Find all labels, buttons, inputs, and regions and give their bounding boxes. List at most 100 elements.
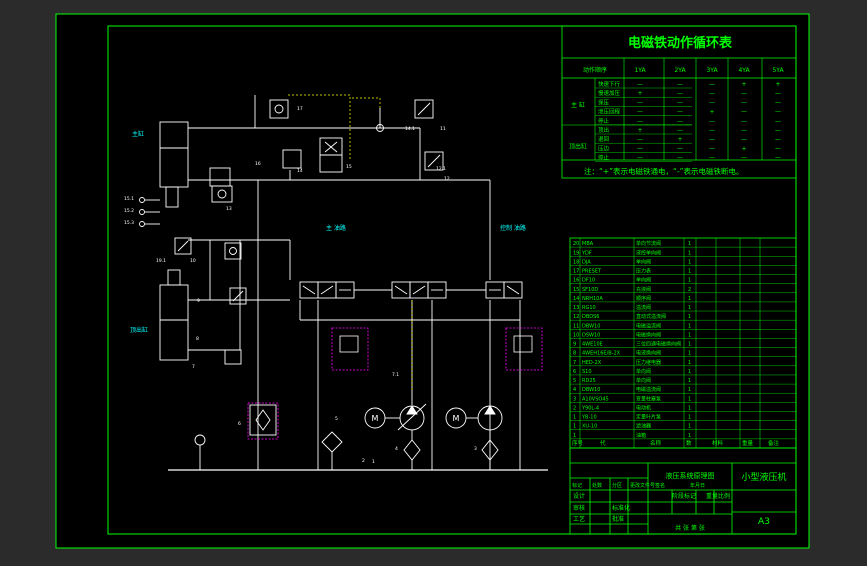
part-no: 7 xyxy=(573,360,576,366)
component-id: 4 xyxy=(395,446,398,452)
cycle-col-header: 1YA xyxy=(634,67,646,74)
component-id: 10 xyxy=(190,258,196,264)
component-id: 17 xyxy=(297,106,303,112)
part-name: 单向阀 xyxy=(636,368,651,375)
part-name: 滤油器 xyxy=(636,423,651,430)
cycle-cell: — xyxy=(741,99,747,106)
cycle-cell: — xyxy=(709,136,715,143)
part-no: 11 xyxy=(573,323,579,329)
cycle-cell: — xyxy=(677,118,683,125)
part-code: DSW10 xyxy=(582,332,600,338)
part-code: NRH10A xyxy=(582,296,603,302)
cycle-cell: — xyxy=(709,118,715,125)
part-no: 2 xyxy=(573,405,576,411)
main-circuit-label: 主 油路 xyxy=(326,224,346,232)
parts-header-remark: 备注 xyxy=(768,439,780,447)
component-id: 16 xyxy=(255,161,261,167)
part-qty: 1 xyxy=(688,250,691,256)
part-no: 8 xyxy=(573,351,576,357)
part-qty: 1 xyxy=(688,323,691,329)
drawing-name: 液压系统原理图 xyxy=(666,471,715,480)
cycle-cell: — xyxy=(677,127,683,134)
part-name: 单向节流阀 xyxy=(636,240,661,247)
cycle-cell: — xyxy=(709,90,715,97)
cycle-row-label: 压边 xyxy=(598,144,610,152)
cycle-cell: — xyxy=(741,90,747,97)
part-no: 14 xyxy=(573,296,579,302)
component-id: 7 xyxy=(192,364,195,370)
part-no: 4 xyxy=(573,387,576,393)
cycle-cell: + xyxy=(775,81,780,88)
project-name: 小型液压机 xyxy=(741,471,786,483)
cycle-cell: — xyxy=(741,118,747,125)
main-cylinder-label: 主缸 xyxy=(132,130,144,138)
part-code: DBW10 xyxy=(582,387,600,393)
part-code: Y90L-4 xyxy=(581,405,599,411)
standard-label: 标准化 xyxy=(612,504,630,512)
parts-header-name: 名称 xyxy=(650,439,662,447)
part-qty: 1 xyxy=(688,351,691,357)
cycle-cell: — xyxy=(677,81,683,88)
part-qty: 1 xyxy=(688,415,691,421)
part-no: 5 xyxy=(573,378,576,384)
part-no: 20 xyxy=(573,241,579,247)
part-code: XU-10 xyxy=(582,424,597,430)
cycle-row-label: 快速下行 xyxy=(598,80,621,88)
part-no: 10 xyxy=(573,332,579,338)
cycle-cell: — xyxy=(775,99,781,106)
part-qty: 1 xyxy=(688,269,691,275)
part-qty: 1 xyxy=(688,433,691,439)
part-name: 压力表 xyxy=(636,268,651,275)
part-qty: 2 xyxy=(688,287,691,293)
part-qty: 1 xyxy=(688,278,691,284)
part-no: 1 xyxy=(573,424,576,430)
parts-header-code: 代 xyxy=(600,439,606,447)
part-code: SF10D xyxy=(582,287,598,293)
cycle-cell: — xyxy=(741,136,747,143)
revision-header: 签名 xyxy=(655,482,665,489)
part-code: HED-2X xyxy=(582,360,602,366)
cycle-row-label: 保压 xyxy=(598,98,610,106)
part-qty: 1 xyxy=(688,305,691,311)
part-name: 三位四通电磁换向阀 xyxy=(636,341,681,348)
part-qty: 1 xyxy=(688,387,691,393)
component-id: 11 xyxy=(440,126,446,132)
part-code: DBDS6 xyxy=(582,314,600,320)
weight-label: 重量 xyxy=(706,492,718,500)
part-no: 9 xyxy=(573,342,576,348)
revision-header: 分区 xyxy=(612,482,622,489)
cycle-cell: — xyxy=(775,109,781,116)
component-id: 15.3 xyxy=(124,220,134,226)
revision-header: 年月日 xyxy=(690,482,705,489)
part-name: 电磁换向阀 xyxy=(636,331,661,338)
component-id: 12.1 xyxy=(436,166,446,172)
part-no: 17 xyxy=(573,269,579,275)
component-id: 7.1 xyxy=(392,372,399,378)
hydraulic-schematic-drawing: 电磁铁动作循环表 动作顺序 1YA 2YA 3YA 4YA 5YA 快速下行 — — — + + 慢… xyxy=(55,13,810,549)
cycle-cell: — xyxy=(637,118,643,125)
cycle-cell: — xyxy=(637,155,643,162)
part-code: 4WE10E xyxy=(582,342,603,348)
part-no: 12 xyxy=(573,314,579,320)
cycle-cell: — xyxy=(637,99,643,106)
cad-drawing-canvas: 电磁铁动作循环表 动作顺序 1YA 2YA 3YA 4YA 5YA 快速下行 — — — + + 慢… xyxy=(0,0,867,562)
cycle-table-header-action: 动作顺序 xyxy=(583,66,607,74)
cycle-cell: — xyxy=(741,127,747,134)
part-name: 电磁溢流阀 xyxy=(636,386,661,393)
part-qty: 1 xyxy=(688,396,691,402)
part-name: 充液阀 xyxy=(636,286,651,293)
part-code: 4WEH16E/B-2X xyxy=(582,351,621,357)
cycle-table-note: 注：“+”表示电磁铁通电，“-”表示电磁铁断电。 xyxy=(584,166,744,176)
component-id: 9 xyxy=(197,298,200,304)
svg-text:M: M xyxy=(372,414,379,423)
cycle-row-label: 退回 xyxy=(598,135,610,143)
cycle-cell: — xyxy=(775,136,781,143)
cycle-row-label: 停止 xyxy=(598,154,610,162)
part-no: 6 xyxy=(573,369,576,375)
part-no: 1 xyxy=(573,415,576,421)
part-no: 1 xyxy=(573,433,576,439)
part-name: 电液换向阀 xyxy=(636,350,661,357)
component-id: 1 xyxy=(372,459,375,465)
cycle-cell: — xyxy=(775,145,781,152)
sheet-count: 共 张 第 张 xyxy=(675,524,705,532)
